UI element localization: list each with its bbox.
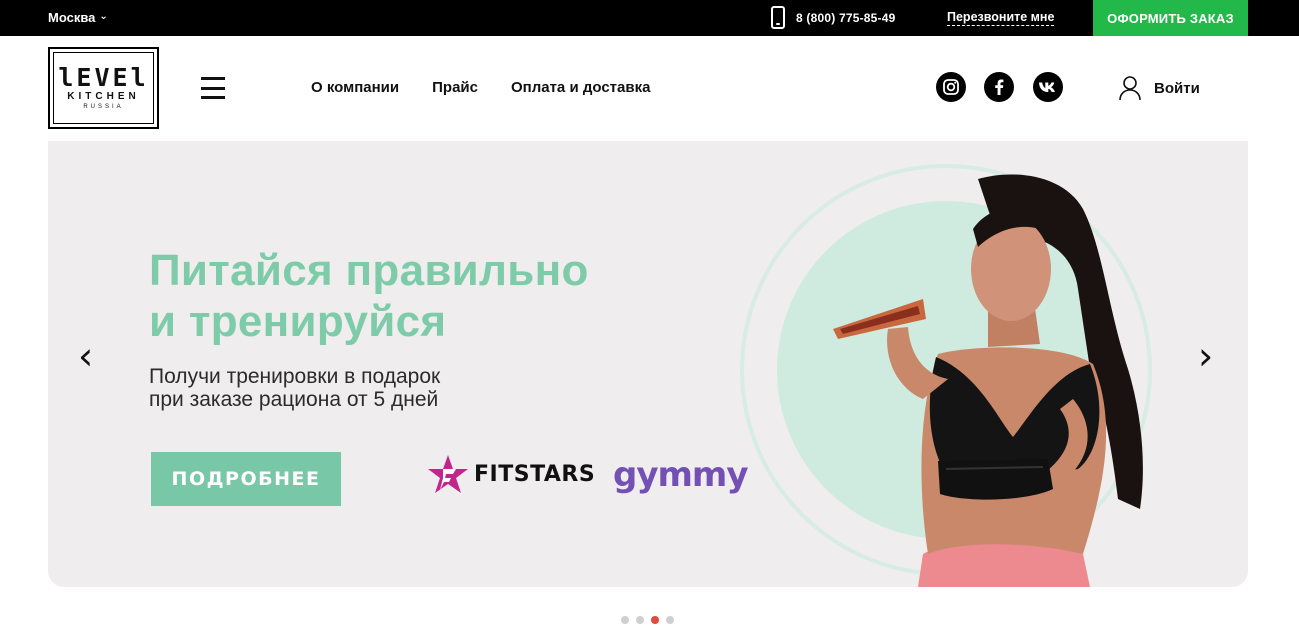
more-button[interactable]: ПОДРОБНЕЕ bbox=[151, 452, 341, 506]
city-label: Москва bbox=[48, 10, 96, 25]
slider-dot[interactable] bbox=[621, 616, 629, 624]
subtitle-line-1: Получи тренировки в подарок bbox=[149, 365, 441, 388]
vk-glyph bbox=[1039, 82, 1055, 92]
vk-icon[interactable] bbox=[1033, 72, 1063, 102]
logo-main-text: lEVEl bbox=[58, 62, 149, 92]
site-logo[interactable]: lEVEl KITCHEN RUSSIA bbox=[48, 47, 159, 129]
banner-subtitle: Получи тренировки в подарок при заказе р… bbox=[149, 365, 440, 411]
burger-line bbox=[201, 77, 225, 80]
logo-tiny-text: RUSSIA bbox=[83, 103, 124, 110]
promo-photo bbox=[833, 174, 1143, 587]
subtitle-line-2: при заказе рациона от 5 дней bbox=[149, 388, 439, 411]
city-selector[interactable]: Москва ⌄ bbox=[48, 10, 108, 25]
phone-contact[interactable]: 8 (800) 775-85-49 bbox=[771, 6, 895, 29]
login-label: Войти bbox=[1154, 79, 1200, 97]
phone-icon bbox=[771, 6, 785, 29]
slider-next-arrow[interactable]: › bbox=[1198, 337, 1213, 375]
burger-line bbox=[201, 86, 225, 90]
banner-headline: Питайся правильно и тренируйся bbox=[149, 245, 589, 347]
slider-dot[interactable] bbox=[666, 616, 674, 624]
main-nav: О компании Прайс Оплата и доставка bbox=[311, 79, 650, 96]
slider-dot[interactable] bbox=[636, 616, 644, 624]
callback-link[interactable]: Перезвоните мне bbox=[947, 10, 1055, 26]
facebook-glyph bbox=[995, 79, 1004, 95]
top-bar: Москва ⌄ 8 (800) 775-85-49 Перезвоните м… bbox=[0, 0, 1299, 36]
logo-frame: lEVEl KITCHEN RUSSIA bbox=[53, 52, 154, 124]
promo-banner: Питайся правильно и тренируйся Получи тр… bbox=[48, 141, 1248, 587]
order-button[interactable]: ОФОРМИТЬ ЗАКАЗ bbox=[1093, 0, 1248, 36]
hamburger-menu-icon[interactable] bbox=[201, 77, 225, 99]
login-button[interactable]: Войти bbox=[1118, 75, 1200, 101]
chevron-down-icon: ⌄ bbox=[99, 11, 108, 22]
slider-dots bbox=[621, 616, 674, 624]
fitstars-star-icon bbox=[428, 455, 468, 493]
facebook-icon[interactable] bbox=[984, 72, 1014, 102]
slider-prev-arrow[interactable]: ‹ bbox=[78, 337, 93, 375]
fitstars-logo: FITSTARS bbox=[426, 453, 595, 495]
user-icon bbox=[1119, 76, 1141, 101]
burger-line bbox=[201, 96, 225, 99]
nav-item-about[interactable]: О компании bbox=[311, 79, 399, 96]
instagram-glyph bbox=[943, 79, 959, 95]
gymmy-logo: gymmy bbox=[613, 455, 749, 495]
phone-number[interactable]: 8 (800) 775-85-49 bbox=[796, 11, 895, 25]
nav-item-price[interactable]: Прайс bbox=[432, 79, 478, 96]
headline-line-1: Питайся правильно bbox=[149, 246, 589, 295]
logo-sub-text: KITCHEN bbox=[67, 90, 140, 102]
instagram-icon[interactable] bbox=[936, 72, 966, 102]
headline-line-2: и тренируйся bbox=[149, 297, 447, 346]
slider-dot-active[interactable] bbox=[651, 616, 659, 624]
fitstars-label: FITSTARS bbox=[474, 461, 596, 487]
nav-item-delivery[interactable]: Оплата и доставка bbox=[511, 79, 650, 96]
